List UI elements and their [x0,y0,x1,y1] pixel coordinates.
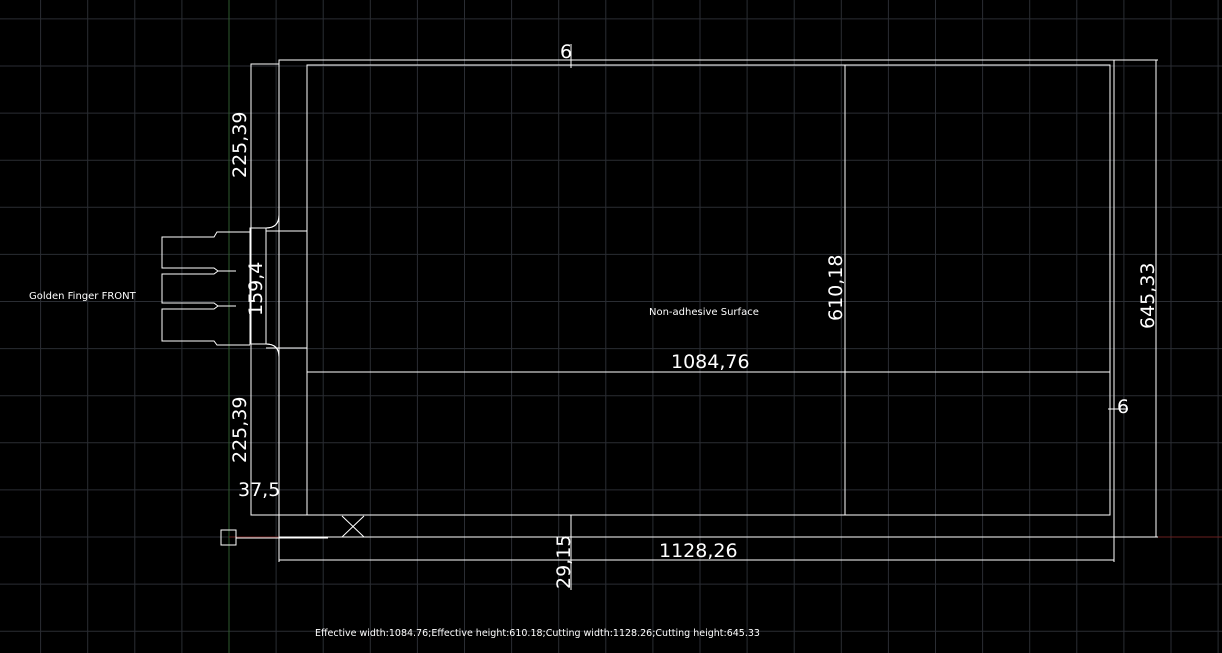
summary-label: Effective width:1084.76;Effective height… [315,628,760,639]
effective-area [306,64,1111,516]
cutting-width-dim-label: 1128,26 [659,540,738,562]
left-middle-dim-label: 159,4 [245,262,267,316]
cutting-height-dim-label: 645,33 [1137,263,1159,329]
left-lower-dim-label: 225,39 [229,397,251,463]
bottom-offset-dim-label: 29,15 [553,535,575,589]
effective-width-dim-label: 1084,76 [671,351,750,373]
left-upper-dim-label: 225,39 [229,112,251,178]
top-offset-label: 6 [560,41,572,63]
cad-drawing-canvas[interactable]: 6 225,39 159,4 225,39 37,5 29,15 1084,76… [0,0,1222,653]
left-edge-outline [265,60,280,515]
cutting-boundary [278,59,1115,538]
finger-length-dim-label: 37,5 [238,479,280,501]
right-offset-label: 6 [1117,396,1129,418]
effective-height-dim-label: 610,18 [825,255,847,321]
background-grid [0,0,1222,653]
golden-finger-outline [161,231,250,346]
golden-finger-label: Golden Finger FRONT [29,291,137,302]
surface-label: Non-adhesive Surface [649,307,759,318]
